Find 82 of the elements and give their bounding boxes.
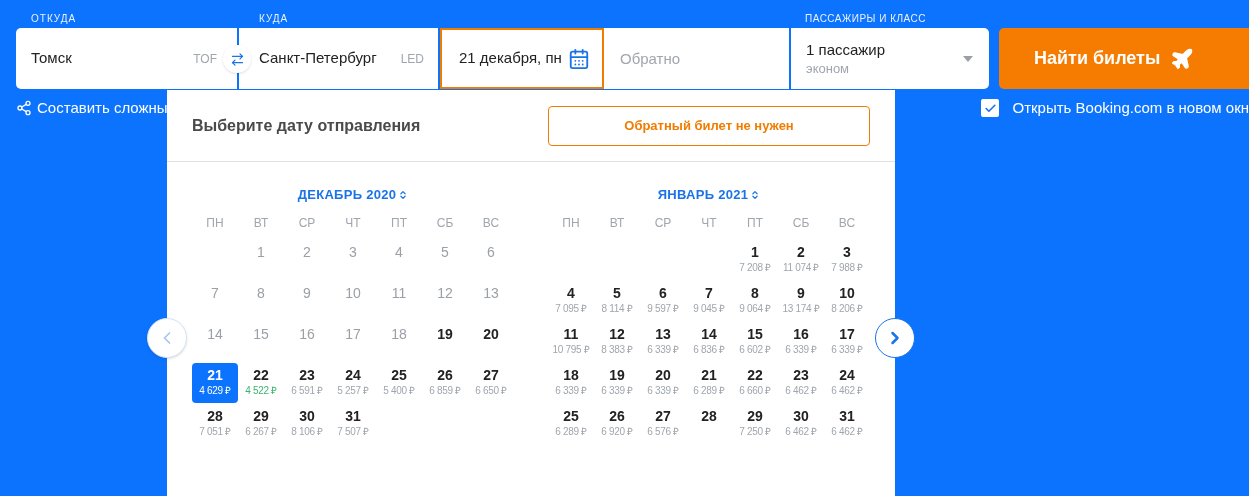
field-label: ОТКУДА (30, 12, 78, 26)
weekday-label: ПН (561, 215, 581, 232)
calendar-day[interactable]: 8 9 064 ₽ (732, 281, 778, 321)
calendar-day[interactable]: 3 7 988 ₽ (824, 240, 870, 280)
calendar-day[interactable]: 28 7 051 ₽ (192, 404, 238, 444)
calendar-day[interactable]: 1 7 208 ₽ (732, 240, 778, 280)
calendar-day[interactable]: 9 13 174 ₽ (778, 281, 824, 321)
calendar-day[interactable]: 12 8 383 ₽ (594, 322, 640, 362)
calendar-day[interactable]: 29 6 267 ₽ (238, 404, 284, 444)
weekday-label: СР (297, 215, 317, 232)
calendar-day[interactable]: 13 6 339 ₽ (640, 322, 686, 362)
weekday-label: ЧТ (700, 215, 718, 232)
calendar-day[interactable]: 21 6 289 ₽ (686, 363, 732, 403)
calendar-day[interactable]: 17 6 339 ₽ (824, 322, 870, 362)
calendar-day[interactable]: 4 7 095 ₽ (548, 281, 594, 321)
origin-field[interactable]: Томск TOF (16, 28, 237, 89)
weekday-label: ПН (205, 215, 225, 232)
field-label: КУДА (258, 12, 290, 26)
departure-date-field[interactable]: 21 декабря, пн (440, 28, 604, 89)
calendar-day[interactable]: 19 (422, 322, 468, 362)
return-date-field[interactable]: Обратно (604, 28, 789, 89)
complex-route-link[interactable]: Составить сложны (16, 97, 168, 120)
calendar-day[interactable]: 5 8 114 ₽ (594, 281, 640, 321)
calendar-day[interactable]: 14 6 836 ₽ (686, 322, 732, 362)
route-nodes-icon (16, 100, 32, 117)
calendar-day[interactable]: 16 6 339 ₽ (778, 322, 824, 362)
calendar-day[interactable]: 26 6 859 ₽ (422, 363, 468, 403)
month-selector[interactable]: ДЕКАБРЬ 2020 (297, 184, 409, 206)
calendar-day[interactable]: 31 6 462 ₽ (824, 404, 870, 444)
previous-month-button[interactable] (147, 318, 187, 358)
weekday-label: ВТ (608, 215, 626, 232)
sort-icon (398, 190, 409, 200)
calendar-day[interactable]: 30 6 462 ₽ (778, 404, 824, 444)
month-selector[interactable]: ЯНВАРЬ 2021 (657, 184, 761, 206)
calendar-day[interactable]: 23 6 462 ₽ (778, 363, 824, 403)
calendar-day[interactable]: 29 7 250 ₽ (732, 404, 778, 444)
calendar-icon (568, 47, 590, 70)
weekday-label: ВС (837, 215, 857, 232)
swap-arrows-icon (229, 51, 245, 67)
calendar-day[interactable]: 21 4 629 ₽ (192, 363, 238, 403)
calendar-day[interactable]: 11 10 795 ₽ (548, 322, 594, 362)
field-label: ПАССАЖИРЫ И КЛАСС (804, 12, 927, 26)
weekday-label: ВС (481, 215, 501, 232)
calendar-day[interactable]: 30 8 106 ₽ (284, 404, 330, 444)
destination-field[interactable]: Санкт-Петербург LED (239, 28, 438, 89)
plane-icon (1170, 46, 1195, 71)
calendar-day[interactable]: 27 6 576 ₽ (640, 404, 686, 444)
checkbox[interactable] (981, 99, 1000, 118)
calendar-day[interactable]: 31 7 507 ₽ (330, 404, 376, 444)
weekday-label: ЧТ (344, 215, 362, 232)
calendar-day[interactable]: 19 6 339 ₽ (594, 363, 640, 403)
weekday-label: ПТ (390, 215, 408, 232)
next-month-button[interactable] (875, 318, 915, 358)
passengers-dropdown[interactable]: 1 пассажир эконом (791, 28, 989, 89)
checkbox-label: Открыть Booking.com в новом окн (1012, 98, 1249, 118)
calendar-day[interactable]: 25 6 289 ₽ (548, 404, 594, 444)
date-picker-title: Выберите дату отправления (192, 115, 421, 136)
calendar-day[interactable]: 25 5 400 ₽ (376, 363, 422, 403)
calendar-day[interactable]: 27 6 650 ₽ (468, 363, 514, 403)
weekday-label: ВТ (252, 215, 270, 232)
weekday-label: ПТ (746, 215, 764, 232)
calendar-day[interactable]: 10 8 206 ₽ (824, 281, 870, 321)
caret-icon (963, 55, 973, 62)
calendar-day[interactable]: 7 9 045 ₽ (686, 281, 732, 321)
calendar-day[interactable]: 6 9 597 ₽ (640, 281, 686, 321)
calendar-day[interactable]: 22 6 660 ₽ (732, 363, 778, 403)
calendar-day[interactable]: 18 6 339 ₽ (548, 363, 594, 403)
calendar-day[interactable]: 15 6 602 ₽ (732, 322, 778, 362)
calendar-day[interactable]: 22 4 522 ₽ (238, 363, 284, 403)
weekday-label: СР (653, 215, 673, 232)
sort-icon (750, 190, 761, 200)
calendar-day[interactable]: 24 5 257 ₽ (330, 363, 376, 403)
calendar-day[interactable]: 20 6 339 ₽ (640, 363, 686, 403)
calendar-day[interactable]: 2 11 074 ₽ (778, 240, 824, 280)
calendar-day[interactable]: 26 6 920 ₽ (594, 404, 640, 444)
weekday-label: СБ (791, 215, 811, 232)
calendar-day[interactable]: 23 6 591 ₽ (284, 363, 330, 403)
check-icon (983, 101, 997, 115)
calendar-day[interactable]: 24 6 462 ₽ (824, 363, 870, 403)
weekday-label: СБ (435, 215, 455, 232)
calendar-day[interactable]: 20 (468, 322, 514, 362)
calendar-day[interactable]: 28 (686, 404, 732, 444)
